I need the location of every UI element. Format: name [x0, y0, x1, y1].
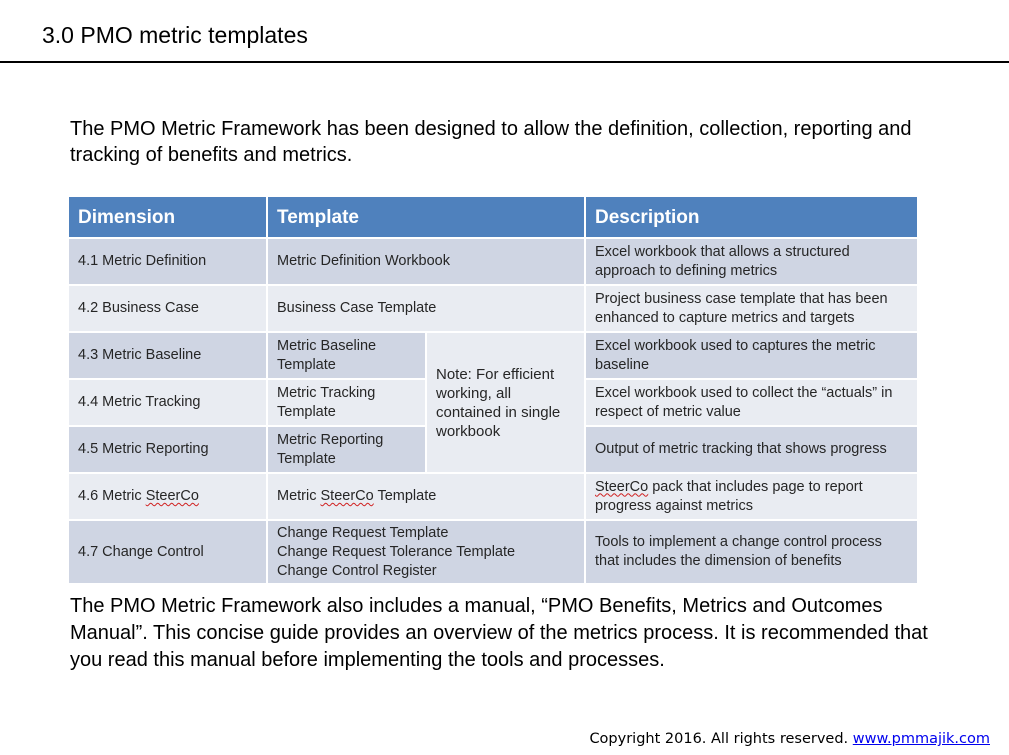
table-header-row: Dimension Template Description	[67, 195, 919, 239]
table-row: 4.1 Metric Definition Metric Definition …	[67, 237, 919, 286]
description-cell: Tools to implement a change control proc…	[584, 519, 919, 585]
outro-paragraph: The PMO Metric Framework also includes a…	[70, 595, 928, 671]
dimension-cell: 4.6 Metric SteerCo	[67, 472, 268, 521]
metric-templates-table: Dimension Template Description 4.1 Metri…	[67, 195, 919, 585]
description-cell: Project business case template that has …	[584, 284, 919, 333]
template-cell: Metric Definition Workbook	[266, 237, 586, 286]
template-cell: Business Case Template	[266, 284, 586, 333]
website-link[interactable]: www.pmmajik.com	[853, 731, 990, 747]
footer: Copyright 2016. All rights reserved. www…	[589, 731, 990, 747]
dimension-text: 4.6 Metric	[78, 488, 146, 504]
template-line: Change Control Register	[277, 562, 437, 579]
copyright-text: Copyright 2016. All rights reserved.	[589, 731, 853, 747]
table-row: 4.2 Business Case Business Case Template…	[67, 284, 919, 333]
description-cell: Excel workbook used to collect the “actu…	[584, 378, 919, 427]
template-line: Change Request Tolerance Template	[277, 543, 516, 560]
table-row: 4.3 Metric Baseline Metric Baseline Temp…	[67, 331, 919, 474]
header-dimension: Dimension	[67, 195, 268, 239]
table-row: 4.6 Metric SteerCo Metric SteerCo Templa…	[67, 472, 919, 521]
description-cell: Excel workbook used to captures the metr…	[584, 331, 919, 380]
page-title: 3.0 PMO metric templates	[42, 22, 308, 48]
description-cell: SteerCo pack that includes page to repor…	[584, 472, 919, 521]
dimension-cell: 4.5 Metric Reporting	[67, 425, 268, 474]
dimension-cell: 4.4 Metric Tracking	[67, 378, 268, 427]
header-template: Template	[266, 195, 586, 239]
template-cell: Metric Tracking Template	[266, 378, 427, 427]
spellcheck-word: SteerCo	[320, 488, 374, 504]
header-description: Description	[584, 195, 919, 239]
dimension-cell: 4.1 Metric Definition	[67, 237, 268, 286]
template-cell: Change Request Template Change Request T…	[266, 519, 586, 585]
dimension-cell: 4.2 Business Case	[67, 284, 268, 333]
template-cell: Metric Reporting Template	[266, 425, 427, 474]
dimension-cell: 4.7 Change Control	[67, 519, 268, 585]
template-line: Change Request Template	[277, 524, 449, 541]
template-cell: Metric Baseline Template	[266, 331, 427, 380]
template-cell: Metric SteerCo Template	[266, 472, 586, 521]
table-row: 4.7 Change Control Change Request Templa…	[67, 519, 919, 585]
spellcheck-word: SteerCo	[145, 488, 199, 504]
template-text: Template	[373, 488, 437, 504]
spellcheck-word: SteerCo	[595, 478, 649, 495]
dimension-cell: 4.3 Metric Baseline	[67, 331, 268, 380]
description-cell: Excel workbook that allows a structured …	[584, 237, 919, 286]
intro-paragraph: The PMO Metric Framework has been design…	[70, 118, 912, 166]
description-cell: Output of metric tracking that shows pro…	[584, 425, 919, 474]
single-workbook-note: Note: For efficient working, all contain…	[425, 331, 586, 474]
title-divider	[0, 61, 1009, 63]
template-text: Metric	[277, 488, 321, 504]
